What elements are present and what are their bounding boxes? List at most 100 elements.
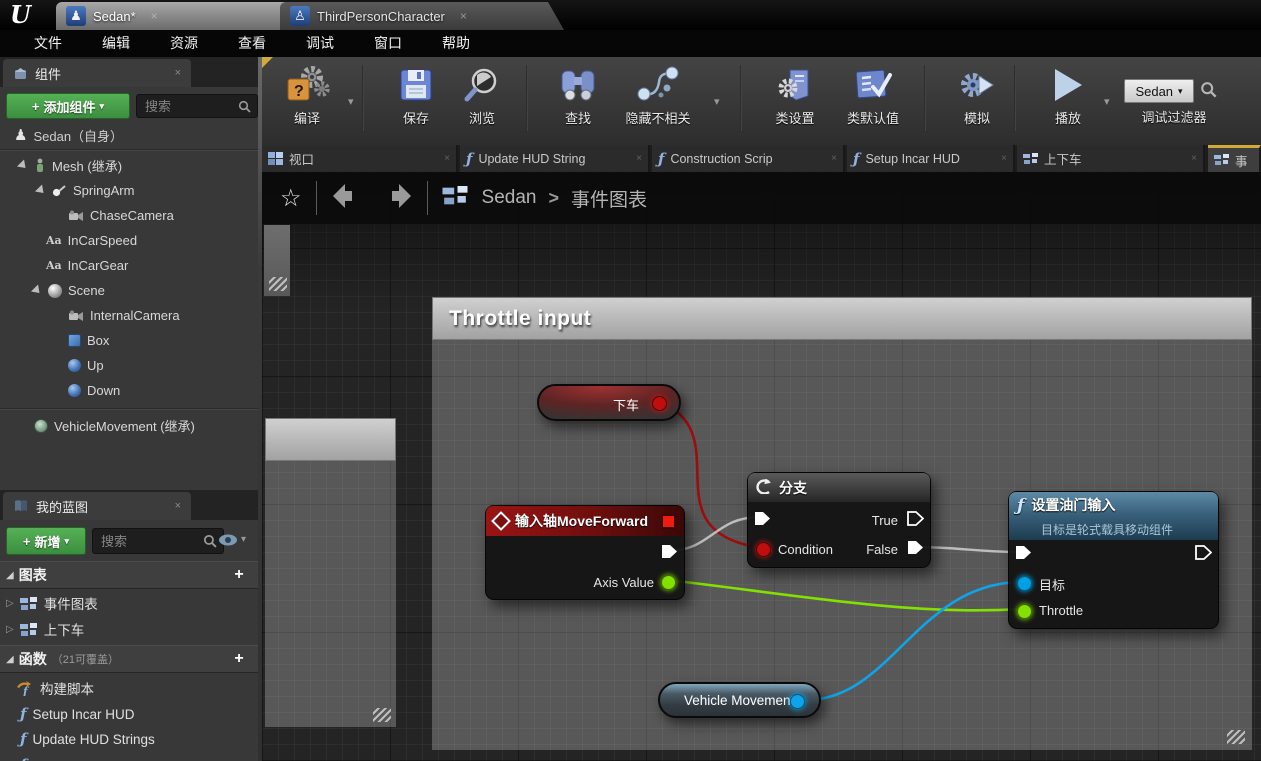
function-item-update-hud-strings[interactable]: ƒ Update HUD Strings [0, 727, 278, 751]
close-icon[interactable]: × [175, 67, 181, 79]
new-button[interactable]: + 新增 ▾ [6, 527, 86, 555]
hide-unrelated-button[interactable]: 隐藏不相关 [610, 64, 706, 127]
compile-button[interactable]: ? 编译 [272, 64, 342, 127]
expander-icon[interactable] [34, 184, 48, 197]
event-graph-canvas[interactable]: ☆ Sedan > 事件图表 Throttle input 下车 输入轴Move… [262, 172, 1261, 761]
graph-item-event-graph[interactable]: ▷ 事件图表 [0, 591, 264, 615]
play-options-caret[interactable]: ▾ [1104, 95, 1110, 108]
close-icon[interactable]: × [1191, 153, 1197, 164]
comment-header-throttle-input[interactable]: Throttle input [432, 297, 1252, 340]
variable-out-pin-blue[interactable] [790, 693, 805, 709]
component-row-mesh[interactable]: Mesh (继承) [0, 153, 276, 178]
bookmark-star-icon[interactable]: ☆ [280, 184, 302, 213]
my-blueprint-search[interactable] [92, 528, 224, 554]
menu-edit[interactable]: 编辑 [82, 30, 150, 57]
comment-body-partial[interactable] [265, 461, 396, 727]
node-branch[interactable]: 分支 Condition True False [747, 472, 931, 568]
node-variable-vehicle-movement[interactable]: Vehicle Movement [658, 682, 821, 718]
resize-grip-icon[interactable] [269, 277, 287, 291]
component-row-springarm[interactable]: SpringArm [0, 178, 294, 203]
close-icon[interactable]: × [175, 500, 181, 512]
find-button[interactable]: 查找 [548, 64, 608, 127]
close-icon[interactable]: × [444, 153, 450, 164]
menu-file[interactable]: 文件 [14, 30, 82, 57]
node-inputaxis-moveforward[interactable]: 输入轴MoveForward Axis Value [485, 505, 685, 600]
node-set-throttle-input[interactable]: ƒ 设置油门输入 目标是轮式载具移动组件 目标 Throttle [1008, 491, 1219, 629]
resize-grip-icon[interactable] [1227, 730, 1245, 744]
add-component-button[interactable]: + 添加组件 ▾ [6, 93, 130, 119]
menu-asset[interactable]: 资源 [150, 30, 218, 57]
exec-in-pin[interactable] [1015, 545, 1032, 565]
tab-components[interactable]: 组件 × [3, 59, 191, 87]
component-label: Scene [68, 283, 105, 298]
resize-grip-icon[interactable] [373, 708, 391, 722]
throttle-pin-green[interactable] [1017, 604, 1032, 619]
component-row-sedan-self[interactable]: ♟ Sedan（自身） [0, 123, 272, 148]
debug-object-dropdown[interactable]: Sedan ▾ [1124, 79, 1194, 103]
section-functions[interactable]: ◢ 函数 （21可覆盖） + [0, 645, 258, 673]
graph-item-enter-exit-car[interactable]: ▷ 上下车 [0, 617, 264, 641]
exec-out-pin[interactable] [661, 544, 678, 564]
visibility-eye-icon[interactable] [218, 533, 238, 547]
compile-options-caret[interactable]: ▾ [348, 95, 354, 108]
debug-search-icon[interactable] [1200, 81, 1217, 103]
expander-icon[interactable]: ▷ [6, 624, 14, 635]
true-exec-pin[interactable] [907, 511, 925, 531]
function-item-construction-script[interactable]: ƒ 构建脚本 [0, 676, 274, 700]
add-graph-button[interactable]: + [228, 565, 250, 585]
components-search-input[interactable] [143, 97, 238, 115]
expander-icon[interactable] [30, 284, 44, 297]
hide-unrelated-options-caret[interactable]: ▾ [714, 95, 720, 108]
close-icon[interactable]: × [831, 153, 837, 164]
play-button[interactable]: 播放 [1036, 64, 1100, 127]
save-button[interactable]: 保存 [384, 64, 448, 127]
exec-pin-red[interactable] [652, 395, 667, 411]
false-exec-pin[interactable] [907, 540, 924, 560]
breadcrumb-root[interactable]: Sedan [482, 187, 537, 209]
class-defaults-icon [834, 64, 912, 106]
close-icon[interactable]: × [460, 9, 467, 23]
target-pin-blue[interactable] [1017, 576, 1032, 591]
chevron-down-icon[interactable]: ▾ [241, 534, 246, 545]
forward-arrow-icon[interactable] [383, 183, 413, 214]
close-icon[interactable]: × [1001, 153, 1007, 164]
menu-debug[interactable]: 调试 [286, 30, 354, 57]
close-icon[interactable]: × [151, 9, 158, 23]
exec-in-pin[interactable] [754, 511, 771, 531]
class-settings-button[interactable]: 类设置 [762, 64, 828, 127]
function-item-setup-incar-hud[interactable]: ƒ Setup Incar HUD [0, 702, 278, 726]
expander-icon[interactable] [16, 159, 30, 172]
section-graphs[interactable]: ◢ 图表 + [0, 561, 258, 589]
back-arrow-icon[interactable] [331, 183, 361, 214]
components-search[interactable] [136, 94, 258, 118]
doc-tab-setup-incar-hud[interactable]: ƒ Setup Incar HUD × [847, 145, 1015, 172]
expander-icon[interactable]: ▷ [6, 598, 14, 609]
browse-button[interactable]: 浏览 [450, 64, 514, 127]
asset-tab-thirdpersoncharacter[interactable]: ♙ ThirdPersonCharacter × [280, 2, 564, 30]
simulate-button[interactable]: 模拟 [946, 64, 1008, 127]
tab-my-blueprint[interactable]: 我的蓝图 × [3, 492, 191, 520]
doc-tab-viewport[interactable]: 视口 × [262, 145, 458, 172]
menu-view[interactable]: 查看 [218, 30, 286, 57]
menu-help[interactable]: 帮助 [422, 30, 490, 57]
function-icon: ƒ [1017, 496, 1025, 516]
comment-header-partial[interactable] [265, 418, 396, 461]
close-icon[interactable]: × [636, 153, 642, 164]
add-function-button[interactable]: + [228, 649, 250, 669]
doc-tab-update-hud-string[interactable]: ƒ Update HUD String × [460, 145, 650, 172]
exec-out-pin[interactable] [1195, 545, 1213, 565]
class-defaults-button[interactable]: 类默认值 [834, 64, 912, 127]
component-row-scene[interactable]: Scene [0, 278, 290, 303]
axis-value-pin-green[interactable] [661, 575, 676, 590]
doc-tab-enter-exit-car[interactable]: 上下车 × [1017, 145, 1205, 172]
menu-window[interactable]: 窗口 [354, 30, 422, 57]
node-event-exit-car[interactable]: 下车 [537, 384, 681, 421]
debug-filter-label: 调试过滤器 [1141, 110, 1207, 125]
asset-tab-sedan[interactable]: ♟ Sedan* × [56, 2, 310, 30]
my-blueprint-search-input[interactable] [99, 532, 203, 550]
component-row-vehiclemovement[interactable]: VehicleMovement (继承) [0, 413, 292, 438]
doc-tab-construction-script[interactable]: ƒ Construction Scrip × [652, 145, 845, 172]
function-item-partial[interactable]: ƒ [0, 753, 278, 761]
doc-tab-event-graph[interactable]: 事 [1208, 145, 1261, 172]
condition-pin-red[interactable] [756, 542, 771, 557]
